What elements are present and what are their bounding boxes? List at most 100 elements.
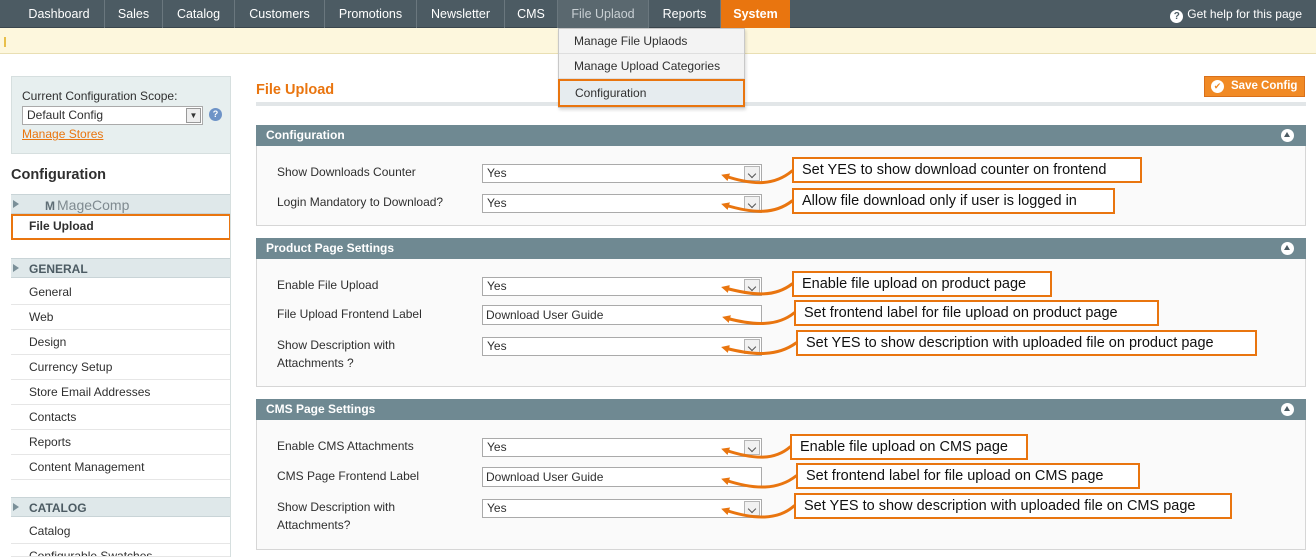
nav-newsletter[interactable]: Newsletter — [417, 0, 505, 28]
sidebar-item-content-management[interactable]: Content Management — [11, 455, 231, 480]
config-scope-panel: Current Configuration Scope: Default Con… — [11, 76, 231, 154]
annotation-callout: Allow file download only if user is logg… — [792, 188, 1115, 214]
magecomp-logo-mark: M — [45, 199, 55, 213]
chevron-down-icon — [744, 440, 760, 455]
sidebar-section-general[interactable]: GENERAL — [11, 258, 231, 278]
nav-catalog[interactable]: Catalog — [163, 0, 235, 28]
scope-value: Default Config — [27, 108, 104, 122]
select-value: Yes — [487, 501, 507, 515]
chevron-down-icon — [744, 166, 760, 181]
enable-file-upload-select[interactable]: Yes — [482, 277, 762, 296]
page-title: File Upload — [256, 82, 335, 98]
sidebar-item-reports[interactable]: Reports — [11, 430, 231, 455]
section-title: CMS Page Settings — [266, 402, 376, 416]
section-title: Configuration — [266, 128, 345, 142]
sidebar-item-store-email[interactable]: Store Email Addresses — [11, 380, 231, 405]
sidebar-item-catalog[interactable]: Catalog — [11, 519, 231, 544]
title-divider — [256, 102, 1306, 106]
file-upload-frontend-label-input[interactable]: Download User Guide — [482, 305, 762, 325]
nav-file-upload[interactable]: File Uplaod — [558, 0, 649, 28]
select-value: Yes — [487, 440, 507, 454]
menu-item-manage-upload-categories[interactable]: Manage Upload Categories — [559, 54, 744, 79]
message-marker — [4, 37, 6, 47]
expand-triangle-icon — [13, 200, 19, 208]
nav-reports[interactable]: Reports — [649, 0, 721, 28]
expand-triangle-icon — [13, 264, 19, 272]
field-label: Enable File Upload — [277, 278, 379, 292]
field-label: Enable CMS Attachments — [277, 439, 414, 453]
product-show-description-select[interactable]: Yes — [482, 337, 762, 356]
expand-triangle-icon — [13, 503, 19, 511]
scope-label: Current Configuration Scope: — [22, 89, 178, 103]
sidebar-item-currency-setup[interactable]: Currency Setup — [11, 355, 231, 380]
select-value: Yes — [487, 196, 507, 210]
cms-show-description-select[interactable]: Yes — [482, 499, 762, 518]
question-icon: ? — [1170, 10, 1184, 23]
chevron-down-icon: ▼ — [186, 108, 201, 123]
field-label: Show Description with Attachments? — [277, 498, 395, 534]
annotation-callout: Set YES to show download counter on fron… — [792, 157, 1142, 183]
scope-select[interactable]: Default Config ▼ — [22, 106, 203, 125]
help-icon[interactable]: ? — [209, 108, 222, 121]
chevron-down-icon — [744, 196, 760, 211]
annotation-callout: Set YES to show description with uploade… — [794, 493, 1232, 519]
magecomp-logo: M MageComp — [45, 197, 129, 213]
nav-system[interactable]: System — [721, 0, 790, 28]
annotation-callout: Set frontend label for file upload on pr… — [794, 300, 1159, 326]
annotation-callout: Enable file upload on product page — [792, 271, 1052, 297]
nav-sales[interactable]: Sales — [105, 0, 163, 28]
label-line: Show Description with — [277, 338, 396, 352]
field-label: CMS Page Frontend Label — [277, 469, 420, 483]
collapse-icon[interactable] — [1281, 129, 1294, 142]
sidebar-item-general[interactable]: General — [11, 280, 231, 305]
sidebar-item-file-upload[interactable]: File Upload — [11, 214, 231, 240]
collapse-icon[interactable] — [1281, 403, 1294, 416]
help-link[interactable]: ? Get help for this page — [1170, 0, 1302, 28]
show-downloads-counter-select[interactable]: Yes — [482, 164, 762, 183]
sidebar-section-catalog[interactable]: CATALOG — [11, 497, 231, 517]
label-line: Attachments? — [277, 518, 351, 532]
nav-promotions[interactable]: Promotions — [325, 0, 417, 28]
login-mandatory-select[interactable]: Yes — [482, 194, 762, 213]
section-header-cms-page[interactable]: CMS Page Settings — [256, 399, 1306, 420]
chevron-down-icon — [744, 339, 760, 354]
select-value: Yes — [487, 166, 507, 180]
manage-stores-link[interactable]: Manage Stores — [22, 127, 103, 141]
annotation-callout: Enable file upload on CMS page — [790, 434, 1028, 460]
collapse-icon[interactable] — [1281, 242, 1294, 255]
label-line: Show Description with — [277, 500, 396, 514]
check-icon: ✔ — [1211, 80, 1224, 93]
sidebar-item-configurable-swatches[interactable]: Configurable Swatches — [11, 544, 231, 557]
file-upload-dropdown-menu: Manage File Uplaods Manage Upload Catego… — [558, 28, 745, 108]
sidebar-section-magecomp[interactable]: M MageComp — [11, 194, 231, 214]
section-label: GENERAL — [29, 262, 88, 276]
nav-dashboard[interactable]: Dashboard — [14, 0, 105, 28]
field-label: File Upload Frontend Label — [277, 307, 422, 321]
field-label: Login Mandatory to Download? — [277, 195, 444, 209]
nav-cms[interactable]: CMS — [505, 0, 558, 28]
nav-customers[interactable]: Customers — [235, 0, 325, 28]
sidebar-title: Configuration — [11, 167, 107, 183]
annotation-callout: Set frontend label for file upload on CM… — [796, 463, 1140, 489]
label-line: Attachments ? — [277, 356, 354, 370]
chevron-down-icon — [744, 501, 760, 516]
sidebar-item-web[interactable]: Web — [11, 305, 231, 330]
menu-item-manage-file-uploads[interactable]: Manage File Uplaods — [559, 29, 744, 54]
sidebar-item-design[interactable]: Design — [11, 330, 231, 355]
menu-item-configuration[interactable]: Configuration — [558, 79, 745, 107]
section-label: CATALOG — [29, 501, 87, 515]
field-label: Show Downloads Counter — [277, 165, 416, 179]
section-body-configuration — [256, 146, 1306, 226]
save-config-label: Save Config — [1231, 80, 1298, 92]
top-navigation: Dashboard Sales Catalog Customers Promot… — [0, 0, 1316, 28]
enable-cms-attachments-select[interactable]: Yes — [482, 438, 762, 457]
magecomp-logo-text: MageComp — [57, 197, 130, 213]
cms-page-frontend-label-input[interactable]: Download User Guide — [482, 467, 762, 487]
select-value: Yes — [487, 279, 507, 293]
section-header-product-page[interactable]: Product Page Settings — [256, 238, 1306, 259]
sidebar-item-contacts[interactable]: Contacts — [11, 405, 231, 430]
save-config-button[interactable]: ✔ Save Config — [1204, 76, 1305, 97]
annotation-callout: Set YES to show description with uploade… — [796, 330, 1257, 356]
sidebar-divider — [230, 154, 231, 557]
section-header-configuration[interactable]: Configuration — [256, 125, 1306, 146]
